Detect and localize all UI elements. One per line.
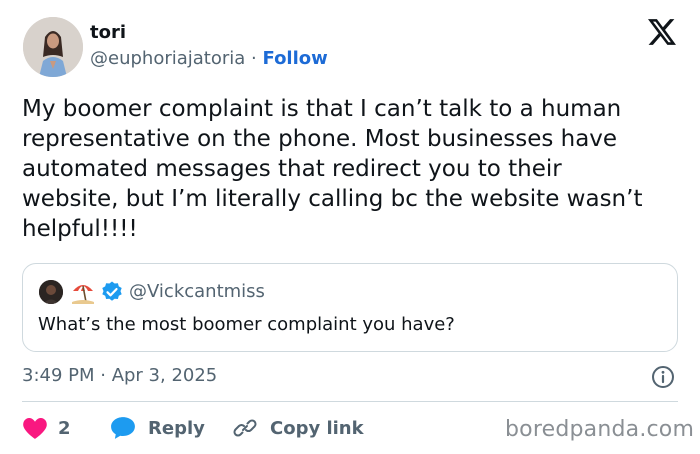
- like-button[interactable]: 2: [22, 414, 71, 442]
- tweet-text: My boomer complaint is that I can’t talk…: [22, 96, 643, 242]
- copy-link-button[interactable]: Copy link: [232, 414, 364, 442]
- info-icon[interactable]: [651, 365, 675, 389]
- link-icon: [233, 419, 257, 437]
- reply-button[interactable]: Reply: [110, 414, 205, 442]
- reply-bubble-icon: [111, 417, 135, 439]
- separator-dot: ·: [251, 48, 257, 69]
- heart-icon: [23, 418, 47, 439]
- verified-badge-icon: [102, 281, 122, 301]
- author-name[interactable]: tori: [90, 22, 126, 43]
- quote-handle[interactable]: @Vickcantmiss: [129, 281, 265, 302]
- follow-button[interactable]: Follow: [263, 48, 328, 69]
- copy-link-label: Copy link: [270, 417, 364, 439]
- divider: [22, 401, 678, 402]
- quote-avatar: [39, 280, 63, 304]
- quote-text: What’s the most boomer complaint you hav…: [38, 314, 455, 335]
- beach-umbrella-icon: [72, 285, 94, 304]
- x-logo-icon[interactable]: [648, 19, 676, 45]
- author-handle-row: @euphoriajatoria · Follow: [90, 48, 328, 69]
- author-handle[interactable]: @euphoriajatoria: [90, 48, 245, 69]
- author-avatar[interactable]: [23, 17, 83, 77]
- avatar-photo: [23, 17, 83, 77]
- like-count: 2: [58, 417, 71, 439]
- watermark: boredpanda.com: [505, 417, 695, 442]
- reply-label: Reply: [148, 417, 205, 439]
- tweet-timestamp[interactable]: 3:49 PM · Apr 3, 2025: [22, 365, 217, 386]
- quoted-tweet[interactable]: @Vickcantmiss What’s the most boomer com…: [22, 263, 678, 352]
